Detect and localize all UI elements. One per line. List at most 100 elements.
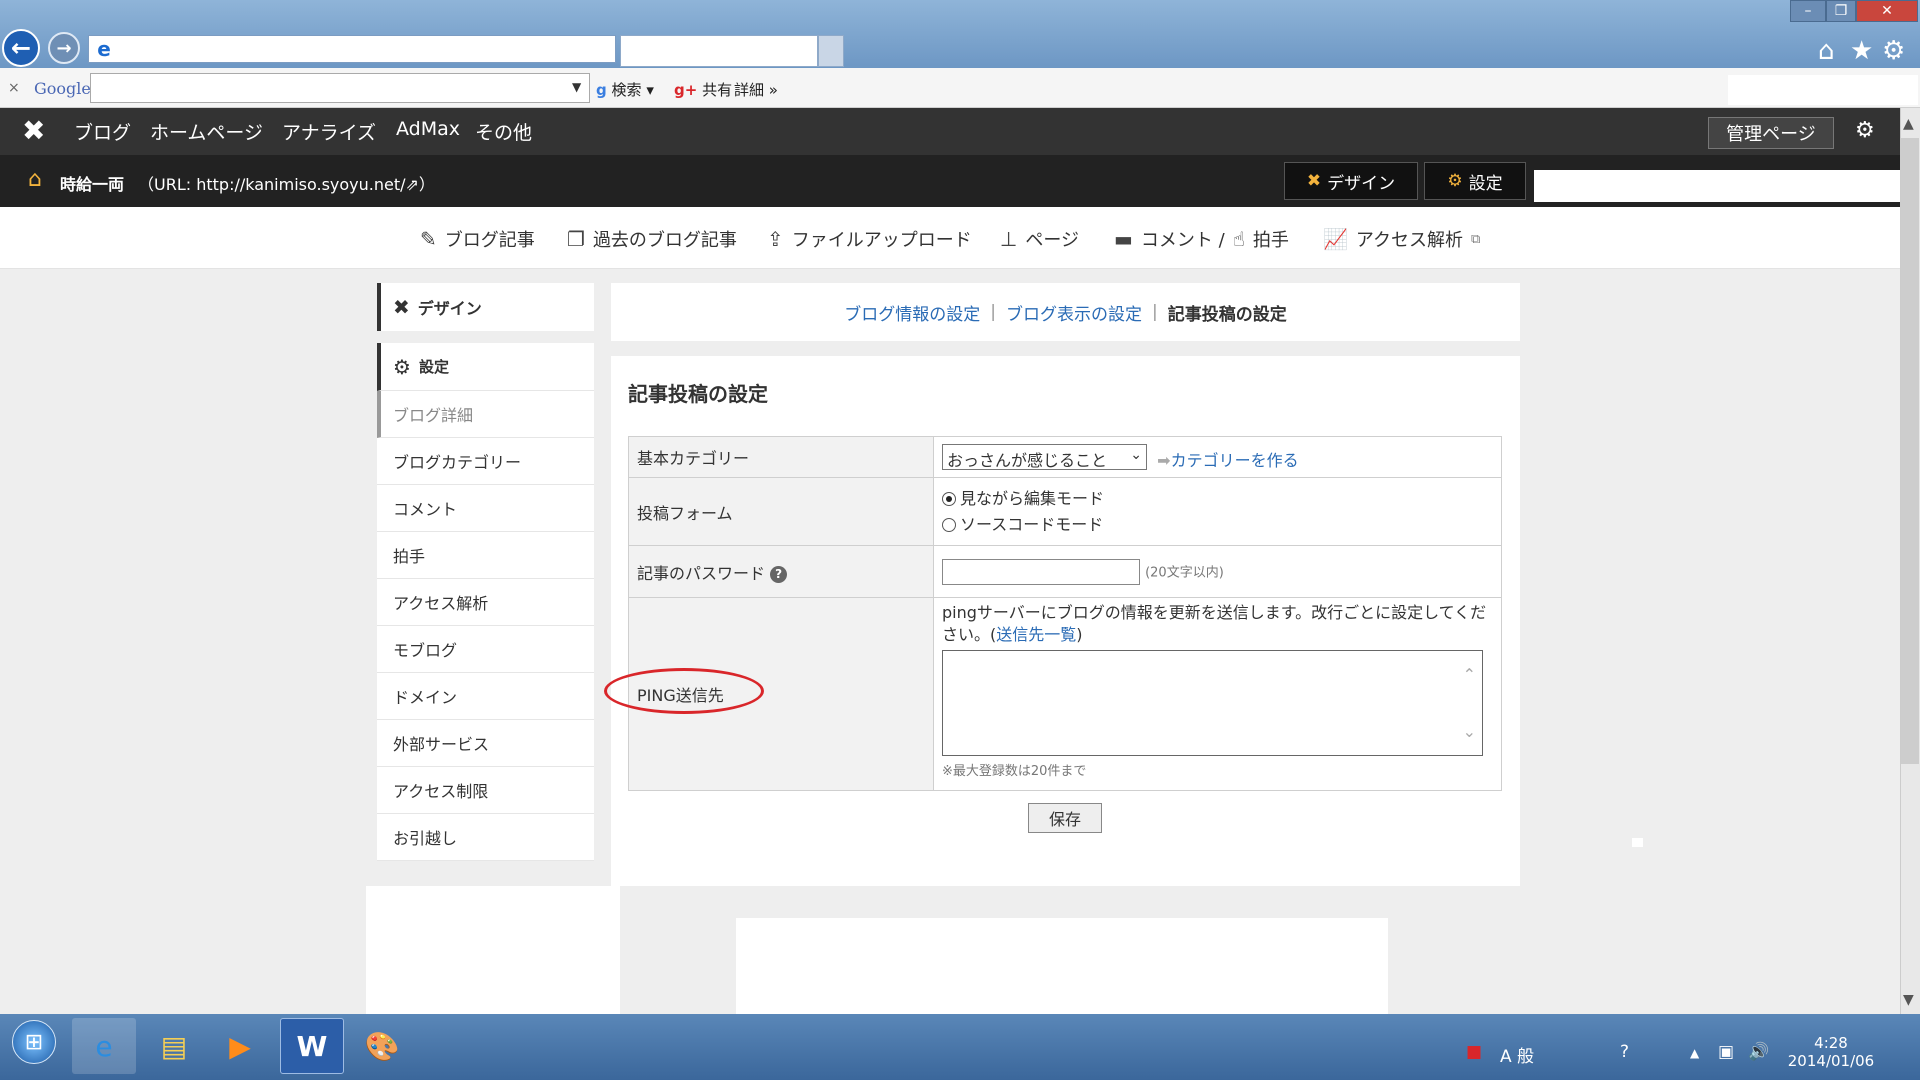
sidebar-item-comment[interactable]: コメント [377, 485, 594, 532]
sidebar-item-external-service[interactable]: 外部サービス [377, 720, 594, 767]
nav-homepage[interactable]: ホームページ [150, 118, 263, 145]
share-label: 共有 [702, 81, 733, 99]
google-details-button[interactable]: 詳細 » [734, 79, 778, 100]
tab-close-button[interactable] [818, 35, 844, 67]
taskbar-media-player-icon[interactable]: ▶ [208, 1018, 272, 1074]
home-icon[interactable]: ⌂ [1818, 36, 1835, 66]
home-icon[interactable]: ⌂ [28, 167, 42, 192]
tools-gear-icon[interactable]: ⚙ [1882, 36, 1905, 66]
show-hidden-icons-icon[interactable]: ▲ [1690, 1046, 1699, 1060]
category-select[interactable]: おっさんが感じること ⌄ [942, 443, 1147, 470]
minimize-button[interactable]: – [1790, 0, 1826, 22]
taskbar-word-icon[interactable]: W [280, 1018, 344, 1074]
admin-page-button[interactable]: 管理ページ [1708, 117, 1834, 149]
create-category-link[interactable]: カテゴリーを作る [1171, 451, 1299, 470]
sidebar-item-blog-category[interactable]: ブログカテゴリー [377, 438, 594, 485]
comment-icon: ▬ [1114, 227, 1133, 251]
setting-button[interactable]: ⚙ 設定 [1424, 162, 1526, 200]
volume-icon[interactable]: 🔊 [1748, 1042, 1769, 1062]
taskbar-clock[interactable]: 4:28 2014/01/06 [1776, 1034, 1886, 1070]
pages-icon: ❐ [567, 227, 585, 251]
scroll-down-icon[interactable]: ▼ [1903, 992, 1914, 1008]
site-search-input[interactable] [1534, 170, 1900, 202]
toolbar-close-button[interactable]: × [8, 80, 20, 96]
google-logo: Google [34, 79, 91, 98]
google-search-input[interactable] [90, 73, 590, 103]
menu-past-posts[interactable]: ❐ 過去のブログ記事 [567, 226, 737, 252]
network-icon[interactable]: ▣ [1718, 1042, 1734, 1062]
scroll-up-icon[interactable]: ⌃ [1463, 665, 1476, 684]
toolbar-blank-area [1728, 75, 1918, 105]
sidebar-setting-label: 設定 [418, 358, 449, 376]
chevron-down-icon[interactable]: ▼ [572, 80, 581, 94]
tab-blog-display[interactable]: ブログ表示の設定 [1006, 300, 1142, 325]
google-share-button[interactable]: g+ 共有 [674, 79, 732, 100]
sidebar-item-move[interactable]: お引越し [377, 814, 594, 861]
radio-visual-label: 見ながら編集モード [960, 488, 1105, 508]
menu-file-upload[interactable]: ⇪ ファイルアップロード [767, 226, 972, 252]
scroll-up-icon[interactable]: ▲ [1903, 116, 1914, 132]
site-url[interactable]: （URL: http://kanimiso.syoyu.net/⇗） [138, 171, 435, 195]
radio-button[interactable] [942, 517, 956, 532]
password-input[interactable] [942, 558, 1140, 585]
sitemap-icon: ⊥ [1000, 227, 1018, 251]
site-title[interactable]: 時給一両 [60, 171, 124, 195]
sidebar-item-access-restriction[interactable]: アクセス制限 [377, 767, 594, 814]
post-form-label: 投稿フォーム [628, 477, 934, 546]
menu-blog-post[interactable]: ✎ ブログ記事 [420, 226, 535, 252]
help-icon[interactable]: ? [770, 565, 788, 583]
radio-button-selected[interactable] [942, 491, 956, 506]
address-bar[interactable]: e [88, 35, 616, 63]
sidebar-item-clap[interactable]: 拍手 [377, 532, 594, 579]
nav-analyze[interactable]: アナライズ [282, 118, 376, 145]
save-button[interactable]: 保存 [1028, 803, 1102, 833]
menu-page[interactable]: ⊥ ページ [1000, 226, 1079, 252]
table-row: 基本カテゴリー おっさんが感じること ⌄ ➡カテゴリーを作る [628, 436, 1502, 478]
ping-textarea[interactable]: ⌃ ⌄ [942, 650, 1483, 756]
radio-source-mode[interactable]: ソースコードモード [942, 512, 1493, 538]
maximize-button[interactable]: ❐ [1826, 0, 1856, 22]
nav-blog[interactable]: ブログ [74, 118, 131, 145]
google-search-button[interactable]: g 検索 ▾ [596, 79, 654, 100]
category-cell: おっさんが感じること ⌄ ➡カテゴリーを作る [933, 436, 1502, 478]
taskbar-paint-icon[interactable]: 🎨 [350, 1018, 414, 1074]
post-form-cell: 見ながら編集モード ソースコードモード [933, 477, 1502, 546]
page-title: 記事投稿の設定 [628, 382, 768, 406]
menu-label: アクセス解析 [1355, 230, 1464, 251]
ping-note: ※最大登録数は20件まで [942, 764, 1087, 779]
back-button[interactable]: ← [2, 29, 40, 67]
design-button-label: デザイン [1327, 173, 1396, 194]
sidebar-item-blog-detail[interactable]: ブログ詳細 [377, 391, 594, 438]
gear-icon[interactable]: ⚙ [1855, 118, 1875, 143]
scroll-down-icon[interactable]: ⌄ [1463, 722, 1476, 741]
start-button[interactable]: ⊞ [12, 1020, 56, 1064]
nav-other[interactable]: その他 [475, 118, 532, 145]
back-arrow-icon: ← [10, 34, 32, 62]
design-button[interactable]: ✖ デザイン [1284, 162, 1418, 200]
tray-app-icon[interactable]: ■ [1466, 1042, 1482, 1062]
forward-button[interactable]: → [48, 32, 80, 64]
ping-list-link[interactable]: 送信先一覧 [996, 625, 1076, 644]
service-logo-icon[interactable]: ✖ [22, 114, 45, 147]
tab-blog-info[interactable]: ブログ情報の設定 [844, 300, 980, 325]
sidebar-design[interactable]: ✖ デザイン [377, 283, 594, 331]
nav-admax[interactable]: AdMax [396, 118, 460, 140]
ie-icon: e [97, 37, 111, 61]
browser-tab[interactable] [620, 35, 818, 67]
tab-post-settings: 記事投稿の設定 [1167, 304, 1287, 325]
taskbar-ie-icon[interactable]: e [72, 1018, 136, 1074]
sidebar-item-moblog[interactable]: モブログ [377, 626, 594, 673]
menu-access-analysis[interactable]: 📈 アクセス解析 ⧉ [1323, 226, 1480, 252]
menu-comment[interactable]: ▬ コメント / ☝ 拍手 [1114, 226, 1289, 252]
close-button[interactable]: ✕ [1856, 0, 1918, 22]
ime-indicator[interactable]: A 般 [1500, 1042, 1534, 1067]
sidebar-setting-header[interactable]: ⚙ 設定 [377, 343, 594, 391]
tab-separator: | [1152, 302, 1158, 322]
help-icon[interactable]: ? [1620, 1042, 1629, 1062]
radio-visual-mode[interactable]: 見ながら編集モード [942, 486, 1493, 512]
favorites-star-icon[interactable]: ★ [1850, 36, 1873, 66]
taskbar-folder-icon[interactable]: ▤ [142, 1018, 206, 1074]
sidebar-item-domain[interactable]: ドメイン [377, 673, 594, 720]
scrollbar-thumb[interactable] [1901, 138, 1919, 764]
sidebar-item-access-analysis[interactable]: アクセス解析 [377, 579, 594, 626]
